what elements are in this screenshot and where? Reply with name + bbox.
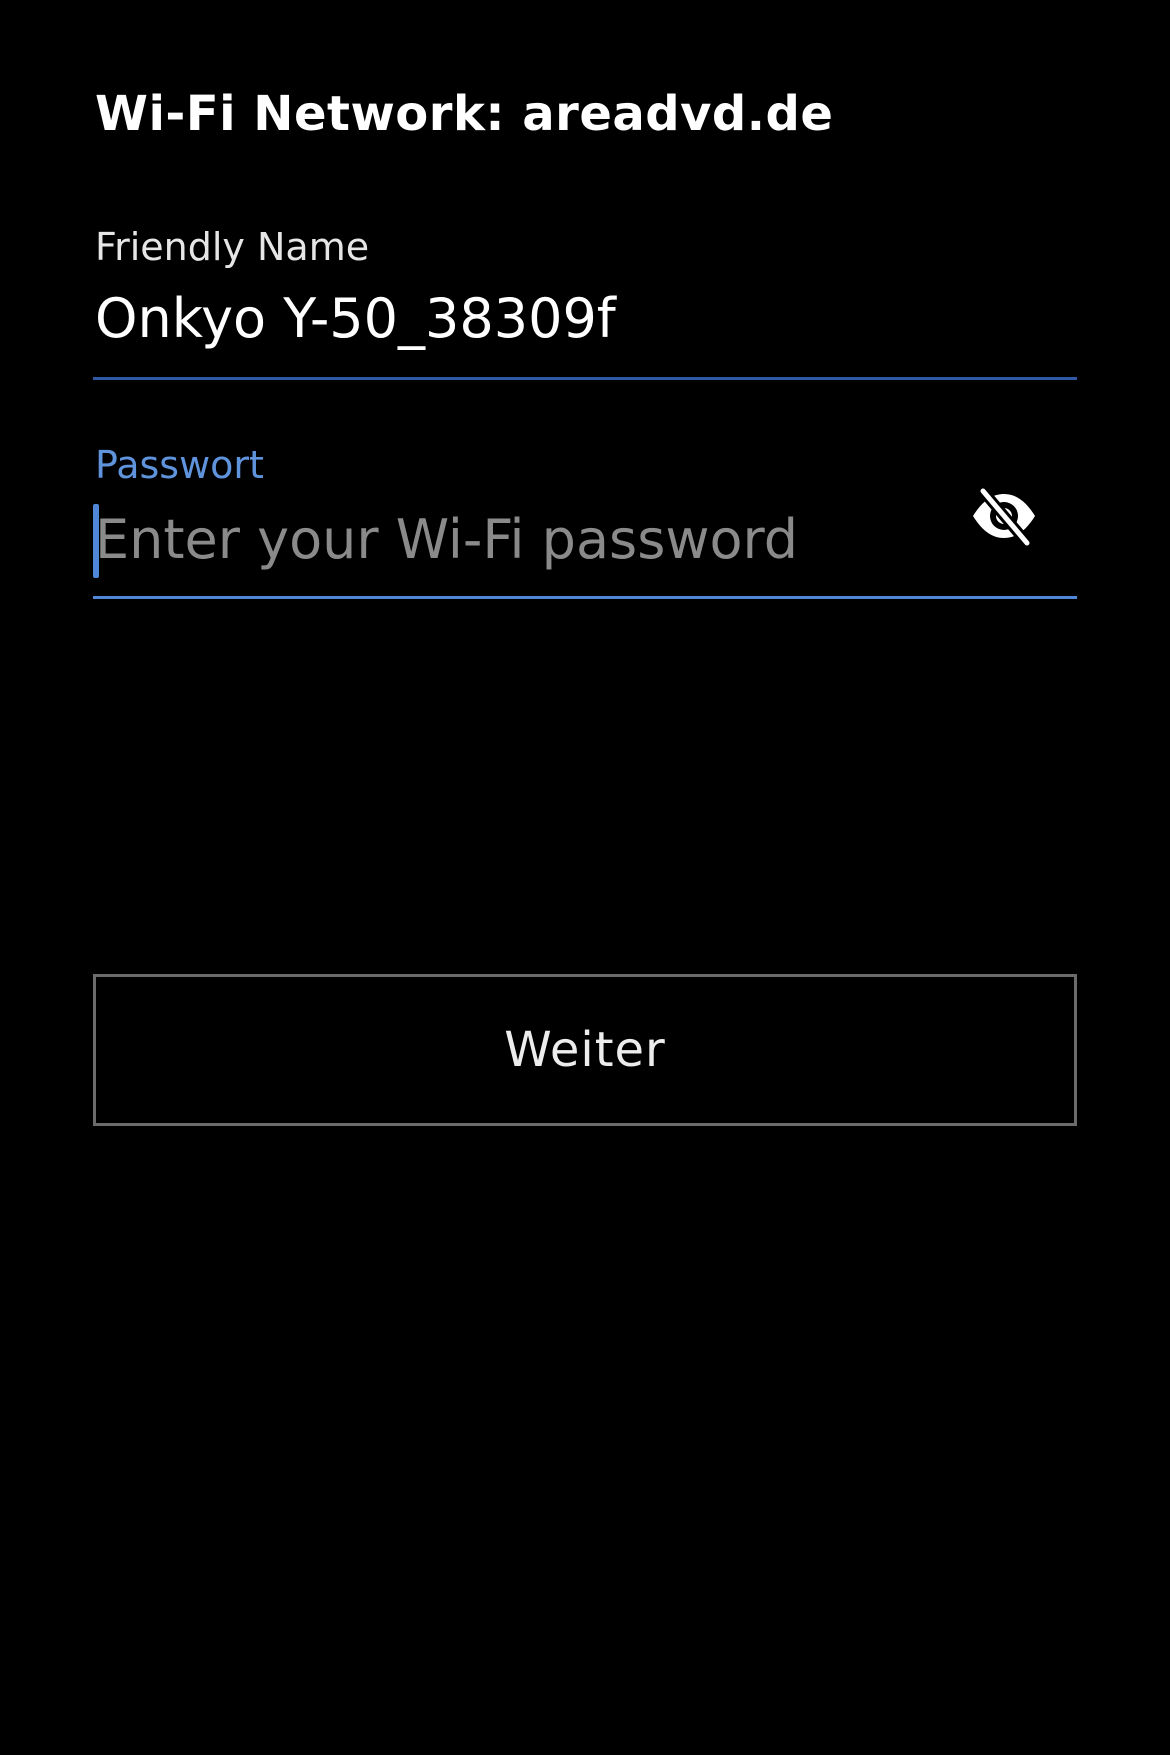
password-field[interactable]: Passwort: [93, 443, 1077, 599]
toggle-password-visibility-button[interactable]: [969, 485, 1039, 547]
password-label: Passwort: [95, 443, 264, 487]
password-underline: [93, 596, 1077, 599]
continue-button[interactable]: Weiter: [93, 974, 1077, 1126]
page-title: Wi-Fi Network: areadvd.de: [95, 86, 834, 142]
friendly-name-label: Friendly Name: [95, 225, 370, 269]
password-input[interactable]: [95, 501, 955, 577]
eye-off-icon: [973, 485, 1035, 547]
friendly-name-underline: [93, 377, 1077, 380]
friendly-name-value[interactable]: Onkyo Y-50_38309f: [95, 287, 616, 352]
friendly-name-field[interactable]: Friendly Name Onkyo Y-50_38309f: [93, 225, 1077, 380]
